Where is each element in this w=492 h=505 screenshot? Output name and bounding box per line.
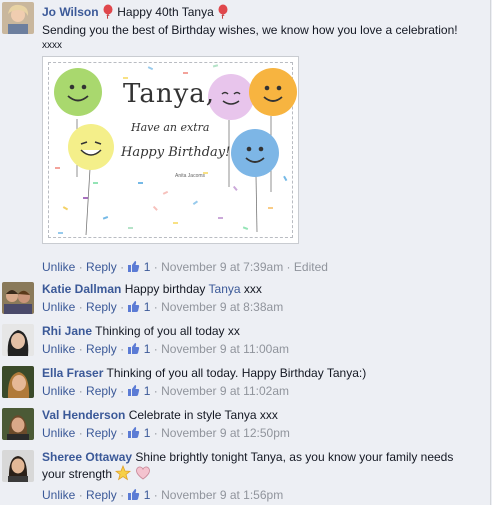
thumbs-up-icon bbox=[127, 384, 140, 401]
avatar[interactable] bbox=[2, 282, 34, 314]
separator: · bbox=[153, 342, 158, 356]
comment-author[interactable]: Sheree Ottaway bbox=[42, 450, 132, 464]
card-line: Have an extra bbox=[131, 121, 210, 134]
reply-link[interactable]: Reply bbox=[86, 300, 117, 314]
avatar[interactable] bbox=[2, 2, 34, 34]
separator: · bbox=[120, 384, 125, 398]
comment-meta: Unlike · Reply · 1 · November 9 at 12:50… bbox=[42, 426, 484, 443]
balloon-icon bbox=[217, 4, 229, 23]
avatar[interactable] bbox=[2, 324, 34, 356]
like-count[interactable]: 1 bbox=[144, 260, 151, 274]
separator: · bbox=[153, 260, 158, 274]
comment-meta: Unlike · Reply · 1 · November 9 at 8:38a… bbox=[42, 300, 484, 317]
reply-link[interactable]: Reply bbox=[86, 342, 117, 356]
comment-author[interactable]: Katie Dallman bbox=[42, 282, 121, 296]
comment-author[interactable]: Val Henderson bbox=[42, 408, 125, 422]
comment-meta: Unlike · Reply · 1 · November 9 at 11:02… bbox=[42, 384, 484, 401]
comment-text: Happy birthday bbox=[124, 282, 206, 296]
comment-timestamp[interactable]: November 9 at 12:50pm bbox=[161, 426, 290, 440]
like-count[interactable]: 1 bbox=[144, 384, 151, 398]
separator: · bbox=[153, 426, 158, 440]
comment-text: Happy 40th Tanya bbox=[117, 5, 214, 19]
comment-timestamp[interactable]: November 9 at 11:02am bbox=[161, 384, 289, 398]
separator: · bbox=[286, 260, 291, 274]
comment-text: xxx bbox=[243, 282, 262, 296]
unlike-link[interactable]: Unlike bbox=[42, 342, 75, 356]
reply-link[interactable]: Reply bbox=[86, 384, 117, 398]
card-line: Happy Birthday! bbox=[121, 145, 231, 160]
like-count[interactable]: 1 bbox=[144, 426, 151, 440]
separator: · bbox=[78, 426, 83, 440]
thumbs-up-icon bbox=[127, 260, 140, 276]
thumbs-up-icon bbox=[127, 426, 140, 443]
card-signature: Anita Jacoms bbox=[175, 173, 206, 179]
thumbs-up-icon bbox=[127, 488, 140, 505]
separator: · bbox=[78, 384, 83, 398]
birthday-card-image[interactable]: Tanya, Have an extra Happy Birthday! Ani… bbox=[42, 56, 299, 244]
balloon-icon bbox=[102, 4, 114, 23]
reply-link[interactable]: Reply bbox=[86, 488, 117, 502]
unlike-link[interactable]: Unlike bbox=[42, 300, 75, 314]
separator: · bbox=[153, 300, 158, 314]
glowing-star-icon bbox=[115, 464, 132, 485]
separator: · bbox=[78, 260, 83, 274]
edited-label[interactable]: Edited bbox=[294, 260, 328, 274]
separator: · bbox=[120, 260, 125, 274]
like-count[interactable]: 1 bbox=[144, 488, 151, 502]
comment-text: Thinking of you all today. Happy Birthda… bbox=[106, 366, 367, 380]
unlike-link[interactable]: Unlike bbox=[42, 384, 75, 398]
separator: · bbox=[153, 488, 158, 502]
comment-text: Sending you the best of Birthday wishes,… bbox=[42, 23, 458, 37]
thumbs-up-icon bbox=[127, 300, 140, 317]
card-name: Tanya, bbox=[123, 79, 216, 109]
separator: · bbox=[120, 342, 125, 356]
unlike-link[interactable]: Unlike bbox=[42, 260, 75, 274]
comment-author[interactable]: Jo Wilson bbox=[42, 5, 99, 19]
tagged-name-link[interactable]: Tanya bbox=[209, 282, 241, 296]
reply-link[interactable]: Reply bbox=[86, 426, 117, 440]
unlike-link[interactable]: Unlike bbox=[42, 426, 75, 440]
comment-thread: Jo Wilson Happy 40th Tanya Sending you t… bbox=[0, 0, 491, 505]
reply-link[interactable]: Reply bbox=[86, 260, 117, 274]
separator: · bbox=[120, 426, 125, 440]
comment-meta: Unlike · Reply · 1 · November 9 at 1:56p… bbox=[42, 488, 484, 505]
avatar[interactable] bbox=[2, 366, 34, 398]
comment-timestamp[interactable]: November 9 at 7:39am bbox=[161, 260, 283, 274]
separator: · bbox=[78, 300, 83, 314]
separator: · bbox=[153, 384, 158, 398]
heart-icon bbox=[135, 465, 151, 485]
comment-timestamp[interactable]: November 9 at 11:00am bbox=[161, 342, 289, 356]
comment-author[interactable]: Rhi Jane bbox=[42, 324, 92, 338]
comment-text: Thinking of you all today xx bbox=[95, 324, 240, 338]
avatar[interactable] bbox=[2, 408, 34, 440]
unlike-link[interactable]: Unlike bbox=[42, 488, 75, 502]
separator: · bbox=[78, 342, 83, 356]
comment-timestamp[interactable]: November 9 at 1:56pm bbox=[161, 488, 283, 502]
comment-timestamp[interactable]: November 9 at 8:38am bbox=[161, 300, 283, 314]
like-count[interactable]: 1 bbox=[144, 342, 151, 356]
comment-meta: Unlike · Reply · 1 · November 9 at 7:39a… bbox=[42, 260, 328, 276]
avatar[interactable] bbox=[2, 450, 34, 482]
separator: · bbox=[120, 300, 125, 314]
like-count[interactable]: 1 bbox=[144, 300, 151, 314]
separator: · bbox=[78, 488, 83, 502]
comment-text: xxxx bbox=[42, 40, 62, 51]
separator: · bbox=[120, 488, 125, 502]
thumbs-up-icon bbox=[127, 342, 140, 359]
comment-meta: Unlike · Reply · 1 · November 9 at 11:00… bbox=[42, 342, 484, 359]
comment-author[interactable]: Ella Fraser bbox=[42, 366, 103, 380]
comment-text: Celebrate in style Tanya xxx bbox=[128, 408, 278, 422]
